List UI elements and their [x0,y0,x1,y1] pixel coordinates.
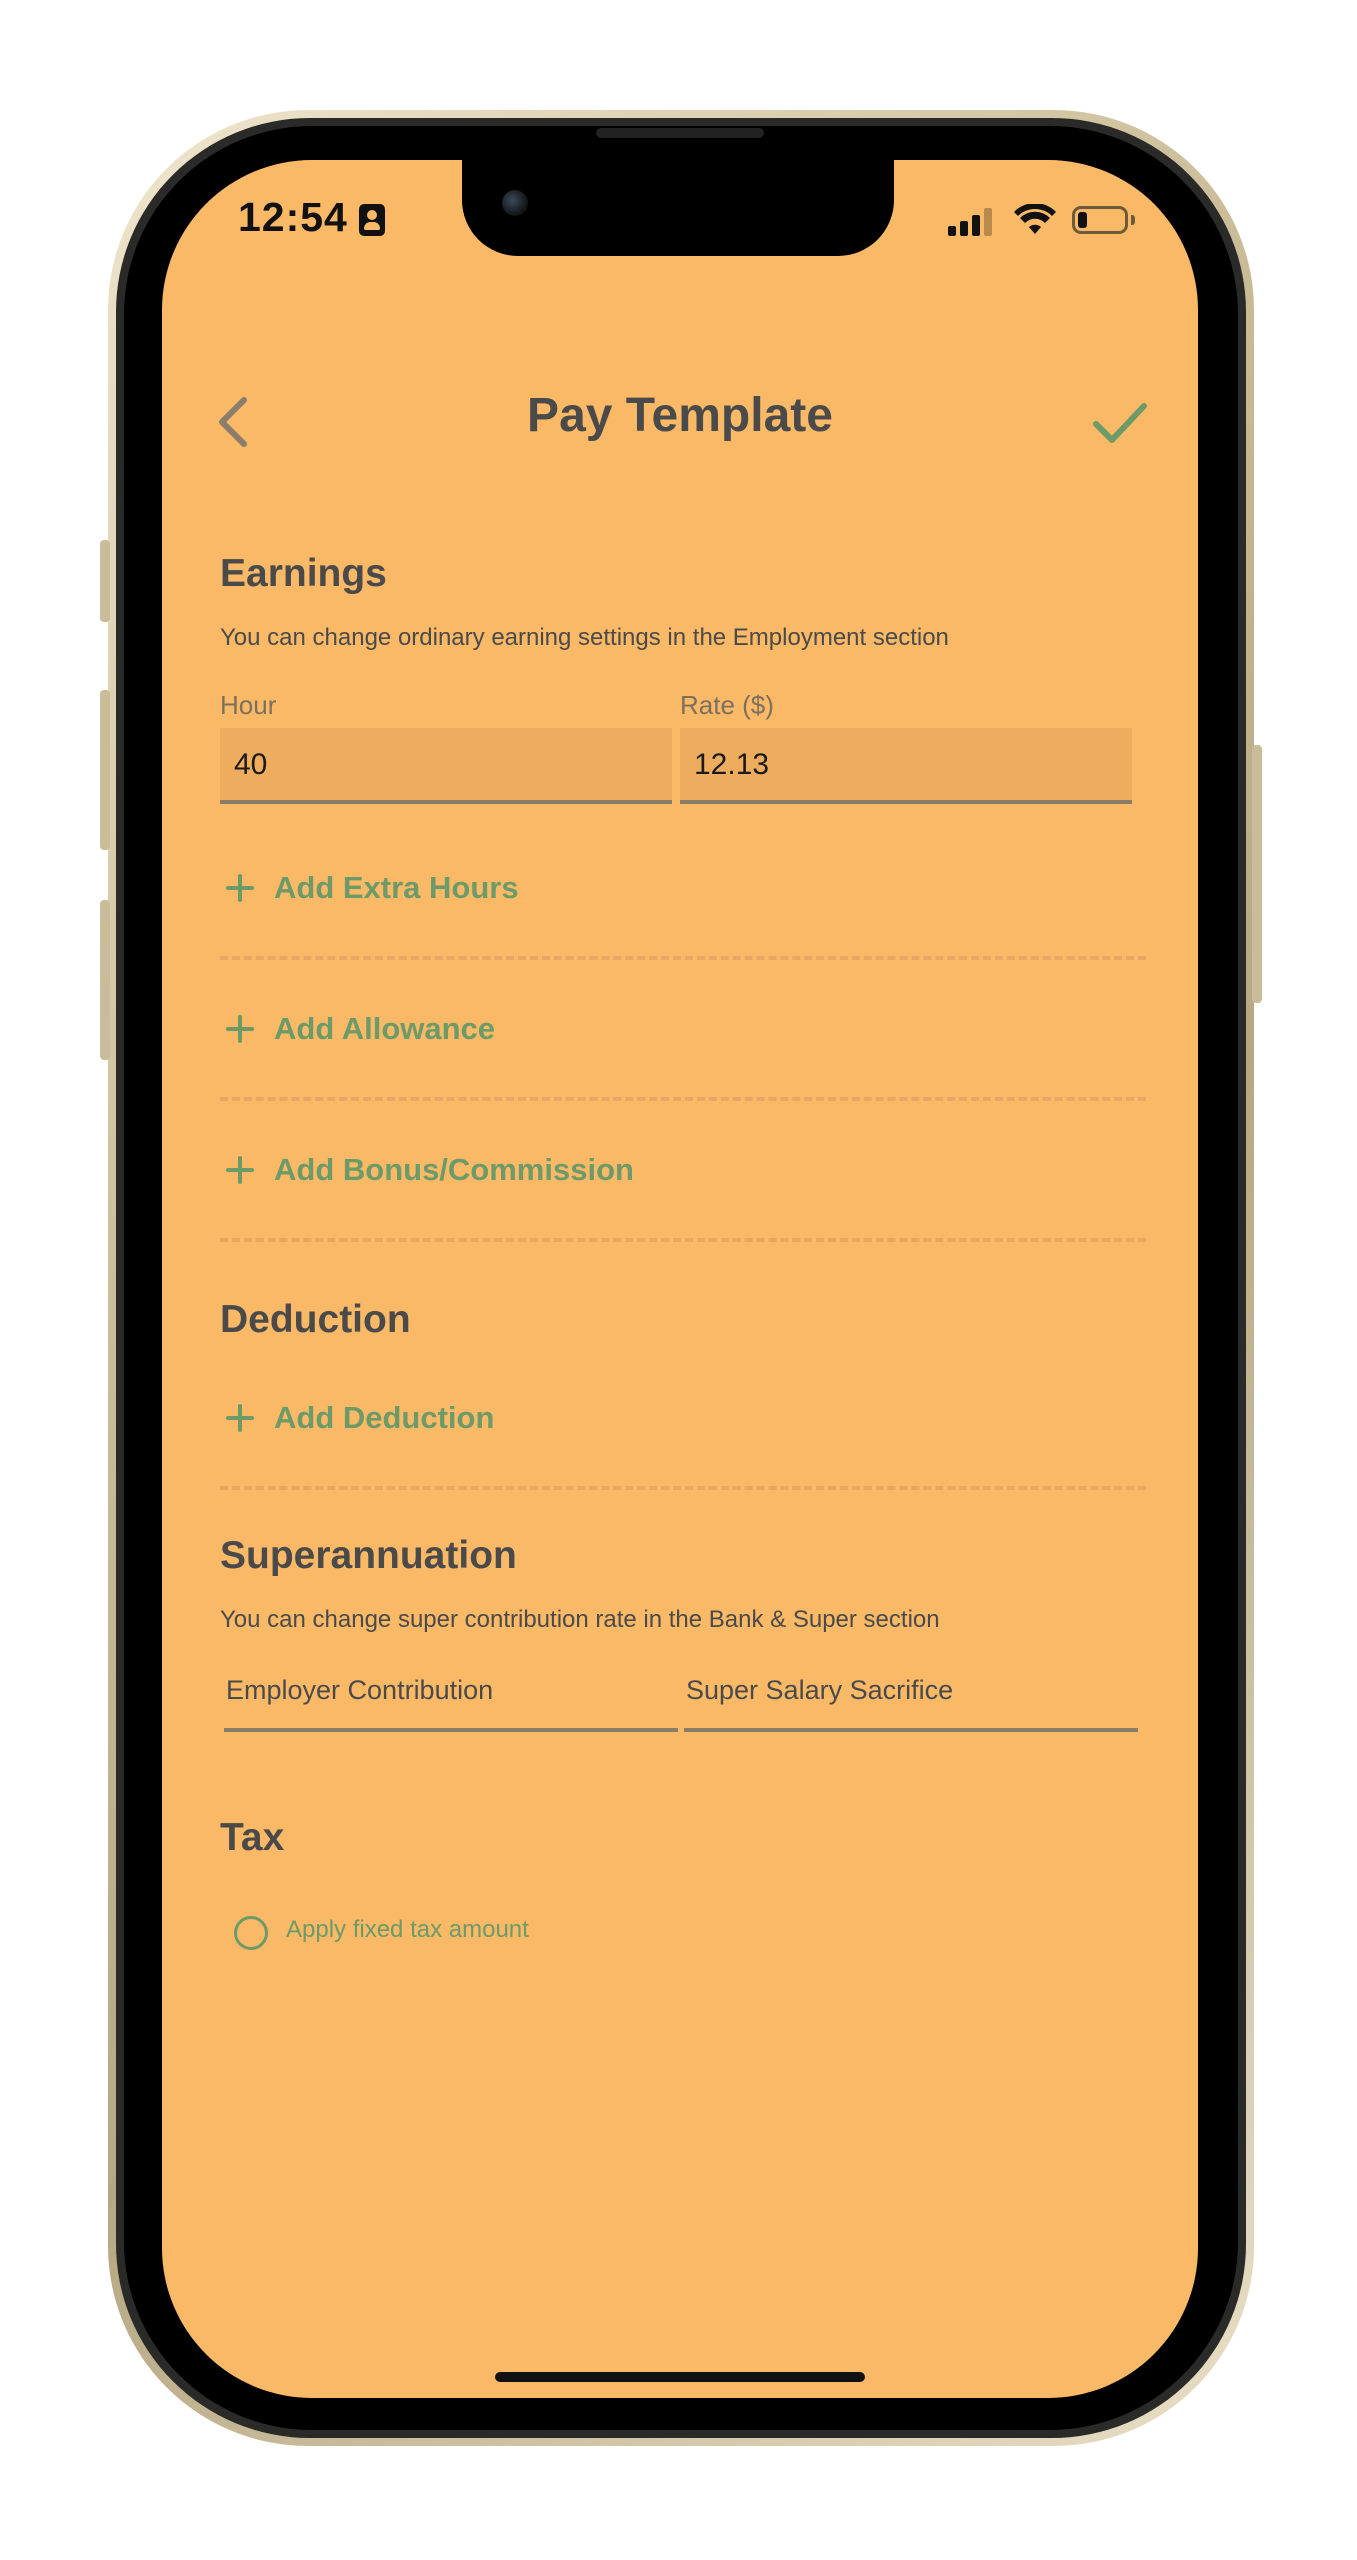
add-allowance-label: Add Allowance [274,1011,496,1046]
mute-switch [100,540,110,622]
superannuation-title: Superannuation [220,1534,517,1577]
volume-down-button [100,900,110,1060]
hour-input[interactable] [232,728,643,802]
front-camera [502,190,528,216]
hour-field[interactable] [220,728,672,804]
add-allowance-button[interactable]: Add Allowance [220,1001,1120,1061]
contact-card-icon [359,204,385,236]
rate-field[interactable] [680,728,1132,804]
super-salary-sacrifice-input[interactable] [684,1674,1142,1707]
employer-contribution-field[interactable] [224,1656,682,1732]
page-title: Pay Template [527,389,833,442]
earpiece-speaker [596,128,764,138]
divider [220,1097,1146,1101]
plus-icon [222,870,258,906]
add-deduction-button[interactable]: Add Deduction [220,1390,1120,1450]
rate-label: Rate ($) [680,690,774,720]
battery-icon [1072,206,1128,234]
notch [462,160,894,256]
add-bonus-commission-button[interactable]: Add Bonus/Commission [220,1142,1120,1202]
tax-title: Tax [220,1816,285,1859]
apply-fixed-tax-label[interactable]: Apply fixed tax amount [286,1916,529,1944]
rate-input[interactable] [692,728,1103,802]
earnings-subtitle: You can change ordinary earning settings… [220,624,949,651]
volume-up-button [100,690,110,850]
divider [220,1486,1146,1490]
battery-tip [1131,215,1135,225]
power-button [1252,745,1262,1003]
add-extra-hours-button[interactable]: Add Extra Hours [220,860,1120,920]
plus-icon [222,1011,258,1047]
super-salary-sacrifice-field[interactable] [684,1656,1142,1732]
plus-icon [222,1152,258,1188]
cellular-signal-icon [948,208,994,236]
add-deduction-label: Add Deduction [274,1400,495,1435]
divider [220,1238,1146,1242]
hour-label: Hour [220,690,277,720]
wifi-icon [1014,204,1056,234]
add-bonus-commission-label: Add Bonus/Commission [274,1152,634,1187]
deduction-title: Deduction [220,1298,411,1341]
app-screen: 12:54 Pay Template Earnings You can chan… [162,160,1198,2398]
earnings-title: Earnings [220,552,387,595]
add-extra-hours-label: Add Extra Hours [274,870,519,905]
status-time: 12:54 [238,194,348,240]
employer-contribution-input[interactable] [224,1674,682,1707]
superannuation-subtitle: You can change super contribution rate i… [220,1606,940,1633]
plus-icon [222,1400,258,1436]
divider [220,956,1146,960]
checkmark-icon[interactable] [1090,398,1150,448]
home-indicator[interactable] [495,2372,865,2382]
apply-fixed-tax-radio[interactable] [234,1916,268,1950]
